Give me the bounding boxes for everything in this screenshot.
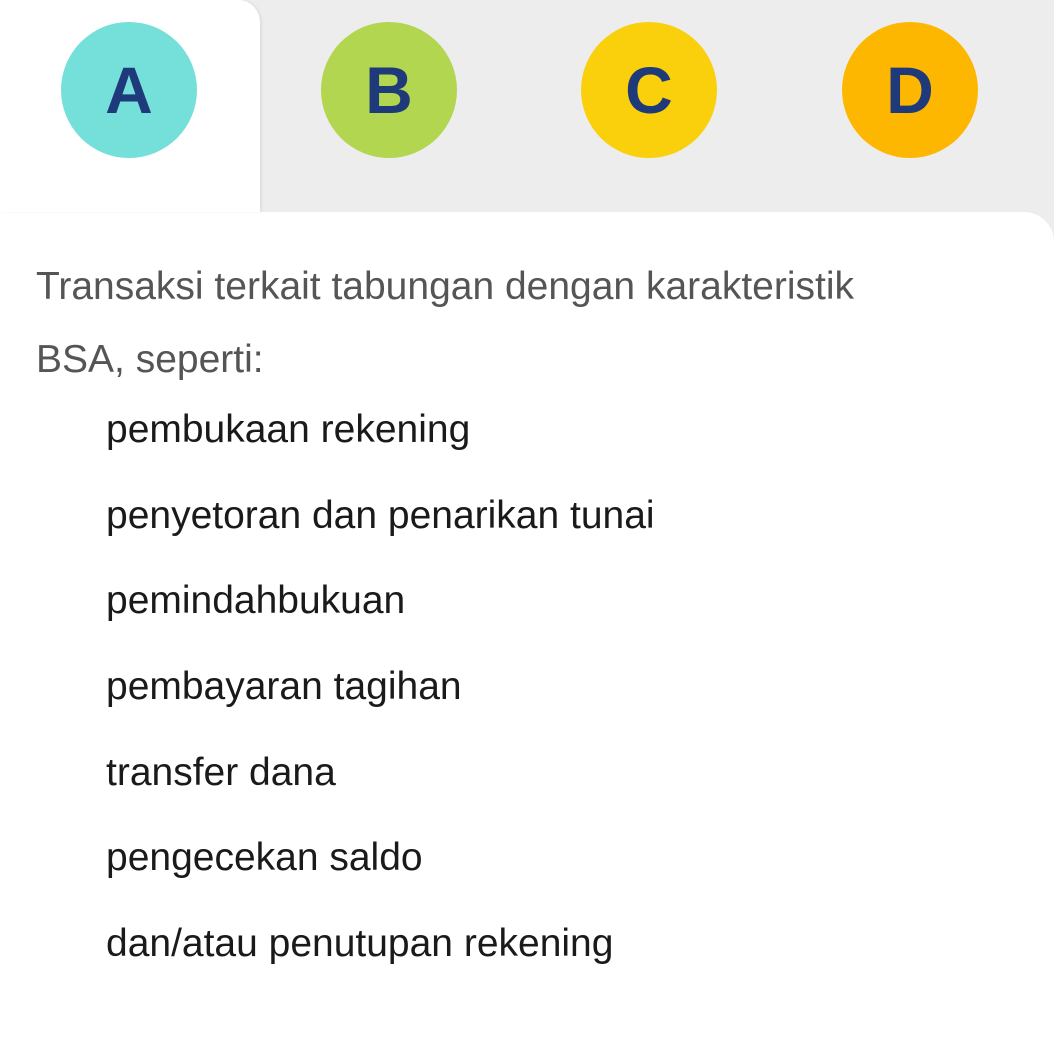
tab-a[interactable]: A [0, 0, 260, 212]
tab-c[interactable]: C [520, 0, 780, 212]
tab-c-circle: C [581, 22, 717, 158]
tab-d-letter: D [886, 53, 934, 127]
tab-b[interactable]: B [260, 0, 520, 212]
list-item: pengecekan saldo [106, 836, 423, 880]
tab-a-circle: A [61, 22, 197, 158]
panel-intro-text: Transaksi terkait tabungan dengan karakt… [36, 265, 854, 381]
list-item: pembayaran tagihan [106, 665, 462, 709]
tab-b-letter: B [365, 53, 413, 127]
list-item: dan/atau penutupan rekening [106, 922, 614, 966]
transaction-list: pembukaan rekening penyetoran dan penari… [106, 395, 655, 995]
tab-b-circle: B [321, 22, 457, 158]
tab-a-letter: A [105, 53, 153, 127]
tab-d-circle: D [842, 22, 978, 158]
tab-bar: A B C D [0, 0, 1054, 212]
list-item: pemindahbukuan [106, 579, 406, 623]
list-item: penyetoran dan penarikan tunai [106, 493, 655, 537]
list-item: pembukaan rekening [106, 408, 471, 451]
tab-panel: Transaksi terkait tabungan dengan karakt… [0, 212, 1054, 1044]
tab-d[interactable]: D [780, 0, 1040, 212]
list-item: transfer dana [106, 750, 336, 794]
tab-c-letter: C [625, 53, 673, 127]
